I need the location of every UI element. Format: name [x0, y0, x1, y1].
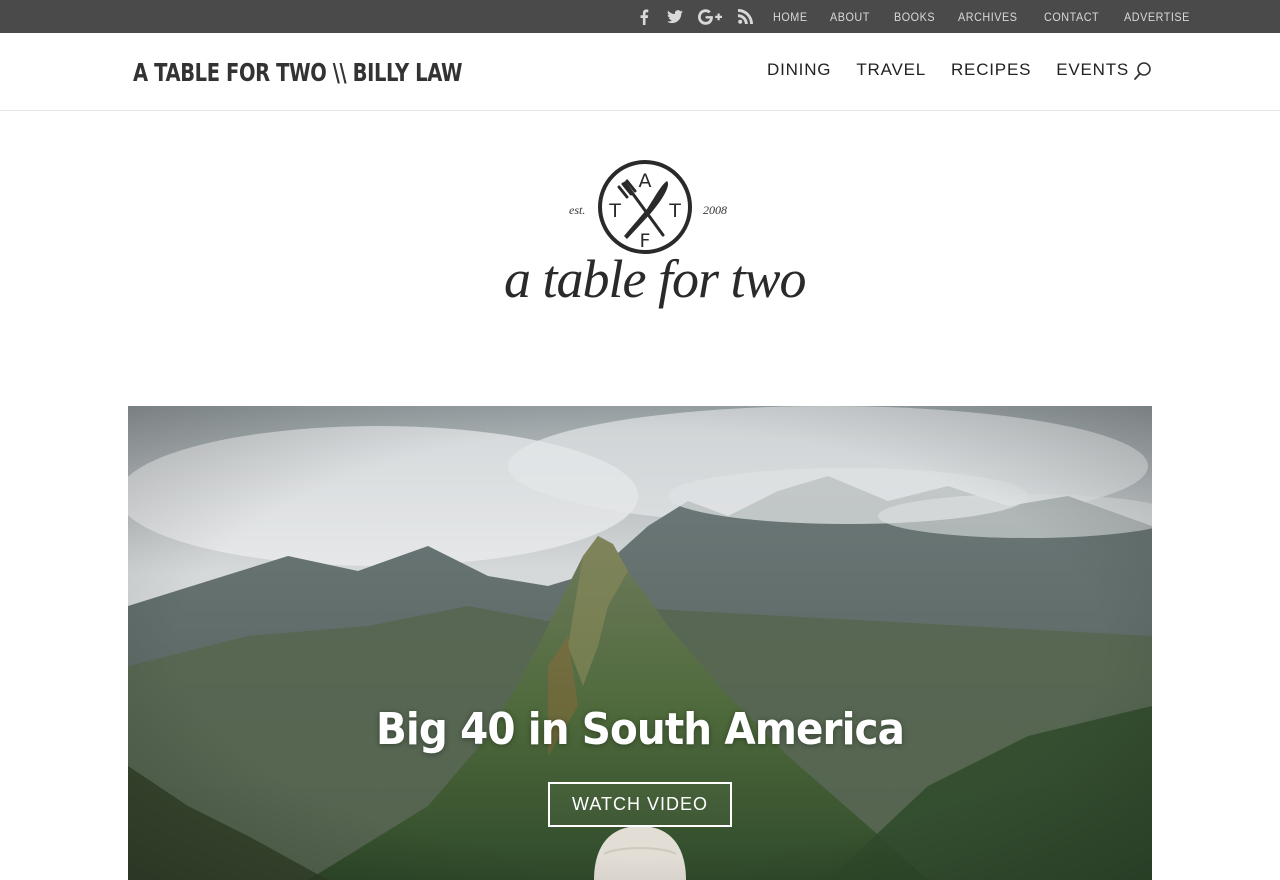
- logo-badge-icon: A T T F: [598, 160, 692, 254]
- top-nav-about[interactable]: ABOUT: [830, 10, 870, 24]
- rss-icon[interactable]: [738, 0, 753, 33]
- twitter-icon[interactable]: [667, 0, 683, 33]
- logo-letter-a: A: [639, 170, 652, 192]
- site-logo[interactable]: est. 2008 A T T F a table for two: [500, 155, 807, 325]
- site-title[interactable]: A TABLE FOR TWO \\ BILLY LAW: [133, 58, 463, 87]
- site-header: A TABLE FOR TWO \\ BILLY LAW DINING TRAV…: [0, 33, 1280, 111]
- logo-letter-t-left: T: [608, 200, 621, 222]
- nav-dining[interactable]: DINING: [767, 60, 831, 80]
- top-nav-archives[interactable]: ARCHIVES: [958, 10, 1018, 24]
- main-nav: DINING TRAVEL RECIPES EVENTS: [767, 60, 1129, 80]
- nav-travel[interactable]: TRAVEL: [856, 60, 926, 80]
- nav-events[interactable]: EVENTS: [1056, 60, 1129, 80]
- top-nav: HOME ABOUT BOOKS ARCHIVES CONTACT ADVERT…: [773, 0, 1197, 33]
- search-icon[interactable]: [1133, 61, 1153, 81]
- top-nav-advertise[interactable]: ADVERTISE: [1124, 10, 1190, 24]
- logo-wordmark: a table for two: [504, 249, 807, 309]
- hero-title: Big 40 in South America: [375, 704, 905, 755]
- top-nav-home[interactable]: HOME: [773, 10, 808, 24]
- logo-letter-t-right: T: [668, 200, 681, 222]
- logo-est-label: est.: [569, 203, 586, 217]
- logo-year-label: 2008: [703, 203, 727, 217]
- nav-recipes[interactable]: RECIPES: [951, 60, 1031, 80]
- google-plus-icon[interactable]: [698, 0, 722, 33]
- hero-banner[interactable]: Big 40 in South America WATCH VIDEO: [128, 406, 1152, 880]
- watch-video-button[interactable]: WATCH VIDEO: [548, 782, 732, 827]
- top-nav-contact[interactable]: CONTACT: [1044, 10, 1099, 24]
- facebook-icon[interactable]: [638, 0, 650, 33]
- top-nav-books[interactable]: BOOKS: [894, 10, 935, 24]
- top-bar: HOME ABOUT BOOKS ARCHIVES CONTACT ADVERT…: [0, 0, 1280, 33]
